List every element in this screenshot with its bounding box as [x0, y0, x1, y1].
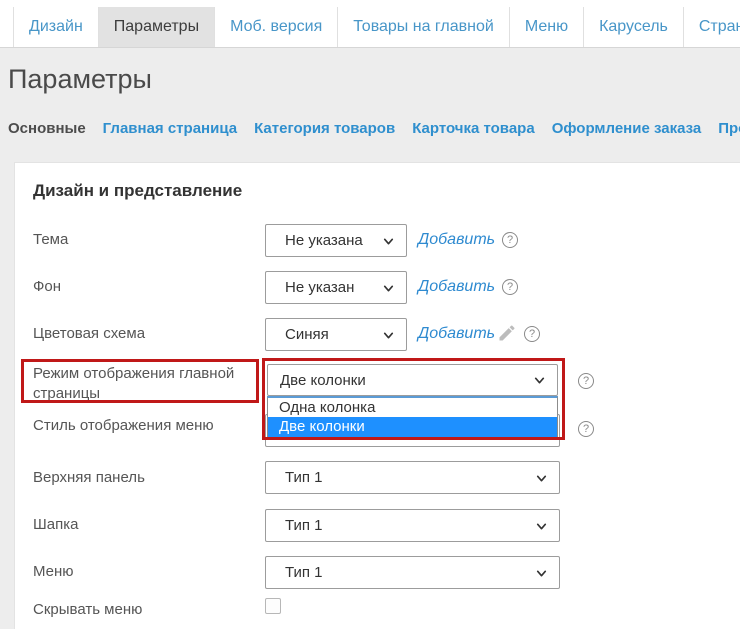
help-icon[interactable]: ? — [524, 326, 540, 342]
help-icon[interactable]: ? — [578, 373, 594, 389]
tab-carousel[interactable]: Карусель — [583, 7, 683, 47]
chevron-down-icon — [535, 567, 548, 580]
top-panel-select-value: Тип 1 — [266, 469, 323, 486]
chevron-down-icon — [535, 520, 548, 533]
section-title: Дизайн и представление — [33, 181, 242, 201]
page-title: Параметры — [8, 64, 152, 95]
subtab-general[interactable]: Основные — [8, 120, 86, 137]
dropdown-option-two-columns[interactable]: Две колонки — [268, 417, 557, 437]
top-panel-select[interactable]: Тип 1 — [265, 461, 560, 494]
help-icon[interactable]: ? — [502, 279, 518, 295]
subtab-main-page[interactable]: Главная страница — [103, 120, 237, 137]
edit-pencil-icon[interactable] — [497, 323, 517, 343]
tab-menu[interactable]: Меню — [509, 7, 583, 47]
dropdown-option-one-column[interactable]: Одна колонка — [268, 398, 557, 417]
chevron-down-icon — [382, 329, 395, 342]
menu-select[interactable]: Тип 1 — [265, 556, 560, 589]
label-color-scheme: Цветовая схема — [33, 324, 238, 344]
label-hide-menu: Скрывать меню — [33, 600, 238, 620]
add-background-link[interactable]: Добавить — [418, 277, 495, 297]
background-select-value: Не указан — [266, 279, 354, 296]
main-page-display-mode-select[interactable]: Две колонки — [267, 364, 558, 396]
subtab-manufacturers[interactable]: Производители — [718, 120, 740, 137]
subtab-product-card[interactable]: Карточка товара — [412, 120, 535, 137]
chevron-down-icon — [535, 472, 548, 485]
label-top-panel: Верхняя панель — [33, 468, 238, 488]
hide-menu-checkbox[interactable] — [265, 598, 281, 614]
header-select-value: Тип 1 — [266, 517, 323, 534]
label-header: Шапка — [33, 515, 238, 535]
label-menu-display-style: Стиль отображения меню — [33, 416, 238, 436]
main-page-display-mode-value: Две колонки — [268, 372, 366, 389]
background-select[interactable]: Не указан — [265, 271, 407, 304]
label-theme: Тема — [33, 230, 238, 250]
subtabs: Основные Главная страница Категория това… — [8, 120, 740, 137]
label-main-page-display-mode: Режим отображения главной страницы — [33, 364, 238, 404]
top-tabs: Дизайн Параметры Моб. версия Товары на г… — [13, 7, 740, 47]
label-menu: Меню — [33, 562, 238, 582]
theme-select-value: Не указана — [266, 232, 363, 249]
tab-pages-and-blocks[interactable]: Страницы и блоки — [683, 7, 740, 47]
top-tab-bar: Дизайн Параметры Моб. версия Товары на г… — [0, 0, 740, 48]
theme-select[interactable]: Не указана — [265, 224, 407, 257]
header-select[interactable]: Тип 1 — [265, 509, 560, 542]
color-scheme-select-value: Синяя — [266, 326, 329, 343]
tab-mobile-version[interactable]: Моб. версия — [214, 7, 337, 47]
menu-select-value: Тип 1 — [266, 564, 323, 581]
chevron-down-icon — [382, 282, 395, 295]
help-icon[interactable]: ? — [578, 421, 594, 437]
main-page-display-mode-dropdown: Одна колонка Две колонки — [267, 396, 558, 438]
chevron-down-icon — [533, 374, 546, 387]
subtab-checkout[interactable]: Оформление заказа — [552, 120, 702, 137]
label-background: Фон — [33, 277, 238, 297]
tab-parameters[interactable]: Параметры — [98, 7, 214, 47]
subtab-product-category[interactable]: Категория товаров — [254, 120, 395, 137]
help-icon[interactable]: ? — [502, 232, 518, 248]
add-theme-link[interactable]: Добавить — [418, 230, 495, 250]
color-scheme-select[interactable]: Синяя — [265, 318, 407, 351]
tab-design[interactable]: Дизайн — [13, 7, 98, 47]
tab-products-on-main[interactable]: Товары на главной — [337, 7, 509, 47]
settings-page: Дизайн Параметры Моб. версия Товары на г… — [0, 0, 740, 629]
chevron-down-icon — [382, 235, 395, 248]
add-color-scheme-link[interactable]: Добавить — [418, 324, 495, 344]
